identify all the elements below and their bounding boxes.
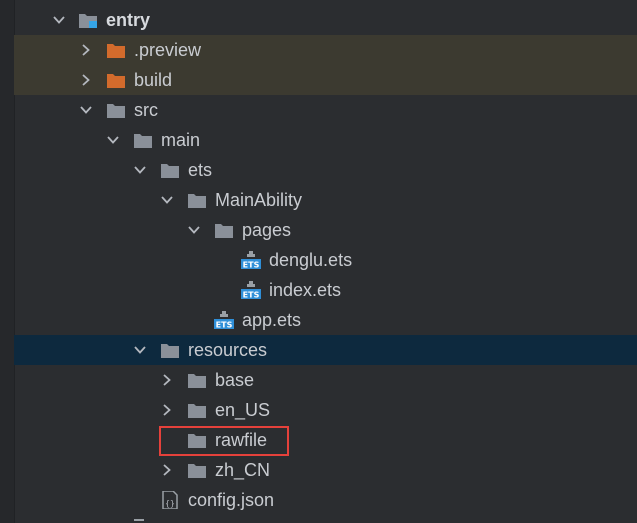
chevron-right-icon[interactable] (160, 403, 174, 417)
tree-row-app-ets[interactable]: ETS app.ets (14, 305, 637, 335)
project-tree-panel: entry .preview build src main ets MainAb… (0, 0, 637, 523)
chevron-down-icon[interactable] (52, 13, 66, 27)
chevron-down-icon[interactable] (106, 133, 120, 147)
chevron-down-icon[interactable] (79, 103, 93, 117)
folder-icon (187, 191, 207, 209)
tree-label: MainAbility (215, 190, 303, 210)
tree-label: main (161, 130, 201, 150)
tree-row-zh-cn[interactable]: zh_CN (14, 455, 637, 485)
tree-label: entry (106, 10, 151, 30)
tree-row-src[interactable]: src (14, 95, 637, 125)
json-file-icon: {} (160, 491, 180, 509)
svg-text:{}: {} (165, 499, 175, 508)
chevron-down-icon[interactable] (133, 343, 147, 357)
tree-label: pages (242, 220, 292, 240)
tree-label: .preview (134, 40, 202, 60)
tree-label: en_US (215, 400, 271, 420)
tree-row-base[interactable]: base (14, 365, 637, 395)
tree-row-config-json[interactable]: {} config.json (14, 485, 637, 515)
ets-file-icon: ETS (241, 251, 261, 269)
folder-icon (187, 401, 207, 419)
tree-label: denglu.ets (269, 250, 353, 270)
partial-row-indicator (134, 519, 144, 523)
tree-row-build[interactable]: build (14, 65, 637, 95)
tree-row-index-ets[interactable]: ETS index.ets (14, 275, 637, 305)
folder-icon (133, 131, 153, 149)
tree-gutter (0, 0, 15, 523)
chevron-right-icon[interactable] (79, 73, 93, 87)
chevron-right-icon[interactable] (160, 463, 174, 477)
rawfile-highlight-box (159, 426, 289, 456)
folder-icon (106, 101, 126, 119)
svg-text:ETS: ETS (243, 291, 260, 300)
chevron-down-icon[interactable] (133, 163, 147, 177)
tree-row-resources[interactable]: resources (14, 335, 637, 365)
tree-label: resources (188, 340, 268, 360)
tree-label: ets (188, 160, 213, 180)
tree-row-denglu-ets[interactable]: ETS denglu.ets (14, 245, 637, 275)
tree-label: base (215, 370, 255, 390)
tree-label: app.ets (242, 310, 302, 330)
folder-icon (160, 161, 180, 179)
tree-row-main[interactable]: main (14, 125, 637, 155)
folder-icon (214, 221, 234, 239)
module-folder-icon (78, 11, 98, 29)
excluded-folder-icon (106, 41, 126, 59)
tree-label: zh_CN (215, 460, 271, 480)
svg-text:ETS: ETS (216, 321, 233, 330)
tree-label: index.ets (269, 280, 342, 300)
tree-row-preview[interactable]: .preview (14, 35, 637, 65)
tree-row-ets[interactable]: ets (14, 155, 637, 185)
tree-label: src (134, 100, 158, 120)
tree-label: build (134, 70, 173, 90)
tree-row-mainability[interactable]: MainAbility (14, 185, 637, 215)
chevron-down-icon[interactable] (160, 193, 174, 207)
folder-icon (187, 371, 207, 389)
chevron-right-icon[interactable] (160, 373, 174, 387)
tree-row-rawfile[interactable]: rawfile (14, 425, 637, 455)
ets-file-icon: ETS (241, 281, 261, 299)
excluded-folder-icon (106, 71, 126, 89)
chevron-right-icon[interactable] (79, 43, 93, 57)
tree-row-pages[interactable]: pages (14, 215, 637, 245)
tree-row-entry[interactable]: entry (14, 5, 637, 35)
tree-label: config.json (188, 490, 275, 510)
chevron-down-icon[interactable] (187, 223, 201, 237)
ets-file-icon: ETS (214, 311, 234, 329)
tree-row-en-us[interactable]: en_US (14, 395, 637, 425)
svg-text:ETS: ETS (243, 261, 260, 270)
folder-icon (187, 461, 207, 479)
folder-icon (160, 341, 180, 359)
